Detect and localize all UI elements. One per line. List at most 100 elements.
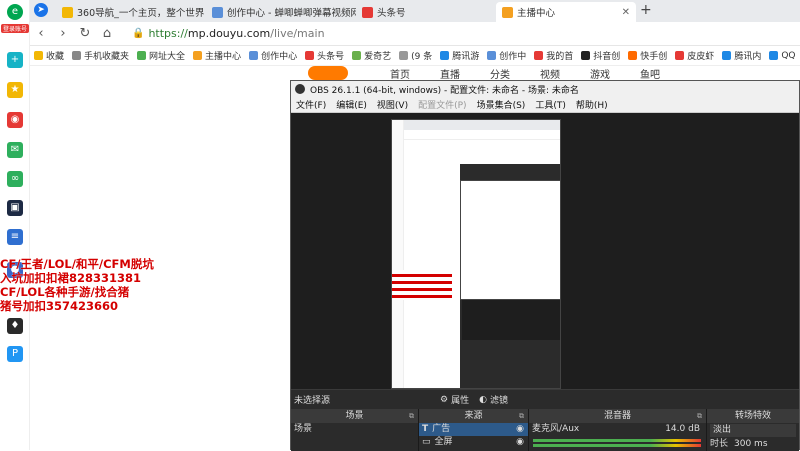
nav-item[interactable]: 游戏	[590, 66, 610, 81]
nav-item[interactable]: 首页	[390, 66, 410, 81]
bookmark-label: 快手创	[640, 52, 668, 62]
bookmark-label: 创作中	[499, 52, 527, 62]
bookmark-item[interactable]: 收藏	[34, 49, 64, 62]
eye-icon[interactable]: ◉	[516, 436, 524, 449]
nav-item[interactable]: 直播	[440, 66, 460, 81]
bookmark-item[interactable]: (9 条	[399, 49, 432, 62]
mail-icon[interactable]: ✉	[7, 142, 23, 158]
source-item[interactable]: ▭ 全屏 ◉	[419, 436, 528, 449]
display-source-icon: ▭	[422, 437, 431, 447]
dock-pin-icon[interactable]: ⧉	[409, 409, 414, 423]
bookmark-label: QQ	[781, 50, 796, 61]
bookmark-item[interactable]: 快手创	[628, 49, 667, 62]
audio-meter	[533, 444, 701, 447]
bookmark-item[interactable]: 手机收藏夹	[72, 49, 129, 62]
bookmark-item[interactable]: 创作中心	[249, 49, 297, 62]
tab-favicon-icon	[62, 6, 73, 18]
menu-tools[interactable]: 工具(T)	[530, 98, 571, 111]
properties-button[interactable]: 属性	[451, 393, 469, 406]
source-item[interactable]: T 广告 ◉	[419, 423, 528, 436]
nav-item[interactable]: 视频	[540, 66, 560, 81]
scene-item[interactable]: 场景	[291, 423, 418, 436]
filters-button[interactable]: 滤镜	[490, 393, 508, 406]
eye-icon[interactable]: ◉	[516, 423, 524, 436]
bookmark-label: (9 条	[411, 52, 433, 62]
reload-icon[interactable]: ↻	[74, 26, 96, 41]
bookmark-item[interactable]: 腾讯游	[440, 49, 479, 62]
game-store-icon[interactable]: ♦	[7, 318, 23, 334]
filter-icon[interactable]: ◐	[479, 395, 487, 405]
audio-meter	[533, 439, 701, 442]
menu-view[interactable]: 视图(V)	[372, 98, 413, 111]
tab-bilibili[interactable]: 创作中心 - 蝉唧蝉唧弹幕视频网	[206, 2, 356, 22]
bookmark-item[interactable]: 创作中	[487, 49, 526, 62]
nav-item[interactable]: 鱼吧	[640, 66, 660, 81]
bookmark-icon	[487, 51, 497, 60]
game-icon[interactable]: ▣	[7, 200, 23, 216]
bookmark-label: 手机收藏夹	[84, 52, 130, 62]
bookmark-label: 收藏	[46, 52, 65, 62]
apps-icon[interactable]: +	[7, 52, 23, 68]
forward-icon[interactable]: ›	[52, 26, 74, 41]
back-arrow-icon[interactable]: ➤	[34, 3, 48, 17]
bookmark-item[interactable]: 网址大全	[137, 49, 185, 62]
gear-icon[interactable]: ⚙	[440, 395, 448, 405]
bookmark-icon	[352, 51, 362, 60]
preview-capture	[391, 119, 561, 389]
mini-sidebar	[392, 120, 404, 388]
tab-favicon-icon	[212, 6, 223, 18]
bookmark-icon	[440, 51, 450, 60]
menu-file[interactable]: 文件(F)	[291, 98, 331, 111]
obs-window: OBS 26.1.1 (64-bit, windows) - 配置文件: 未命名…	[290, 80, 800, 451]
tab-360[interactable]: 360导航_一个主页，整个世界	[56, 2, 206, 22]
menu-help[interactable]: 帮助(H)	[571, 98, 613, 111]
bookmark-label: 抖音创	[593, 52, 621, 62]
dock-header: 混音器 ⧉	[529, 409, 706, 423]
menu-edit[interactable]: 编辑(E)	[331, 98, 372, 111]
douyu-logo-icon	[308, 66, 348, 80]
bookmark-icon	[249, 51, 259, 60]
bookmark-item[interactable]: 腾讯内	[722, 49, 761, 62]
obs-titlebar[interactable]: OBS 26.1.1 (64-bit, windows) - 配置文件: 未命名…	[291, 81, 799, 97]
bookmark-item[interactable]: 皮皮虾	[675, 49, 714, 62]
dock-pin-icon[interactable]: ⧉	[519, 409, 524, 423]
mini-tabbar	[392, 120, 560, 130]
close-icon[interactable]: ✕	[616, 7, 630, 18]
bookmark-item[interactable]: 头条号	[305, 49, 344, 62]
home-icon[interactable]: ⌂	[96, 26, 118, 41]
back-icon[interactable]: ‹	[30, 26, 52, 41]
bookmark-item[interactable]: QQ	[769, 50, 796, 61]
new-tab-icon[interactable]: +	[640, 2, 652, 18]
bookmark-item[interactable]: 爱奇艺	[352, 49, 391, 62]
bookmarks-bar: 收藏 手机收藏夹 网址大全 主播中心 创作中心 头条号 爱奇艺 (9 条 腾讯游…	[30, 46, 800, 66]
obs-logo-icon	[295, 84, 305, 94]
mini-overlay-text	[392, 270, 452, 300]
player-icon[interactable]: P	[7, 346, 23, 362]
login-label[interactable]: 登录账号	[1, 24, 29, 33]
obs-preview[interactable]	[291, 113, 799, 389]
favorites-icon[interactable]: ★	[7, 82, 23, 98]
nav-item[interactable]: 分类	[490, 66, 510, 81]
dock-pin-icon[interactable]: ⧉	[697, 409, 702, 423]
weibo-icon[interactable]: ◉	[7, 112, 23, 128]
mini-obs-dark	[462, 300, 560, 340]
menu-scene-collection[interactable]: 场景集合(S)	[472, 98, 531, 111]
browser-logo-icon[interactable]: e	[7, 4, 23, 20]
bookmark-label: 头条号	[317, 52, 345, 62]
doc-icon[interactable]: ≡	[7, 229, 23, 245]
url-input[interactable]: 🔒 https:// mp.douyu.com /live/main	[132, 25, 732, 43]
tab-douyu-active[interactable]: 主播中心 ✕	[496, 2, 636, 22]
obs-docks: 场景 ⧉ 场景 来源 ⧉ T 广告 ◉ ▭ 全屏 ◉ 混音器 ⧉ 麦克风/Aux 14…	[291, 409, 799, 451]
mixer-dock: 混音器 ⧉ 麦克风/Aux 14.0 dB	[529, 409, 707, 451]
menu-profile[interactable]: 配置文件(P)	[413, 98, 471, 111]
tab-toutiao[interactable]: 头条号	[356, 2, 496, 22]
bookmark-item[interactable]: 抖音创	[581, 49, 620, 62]
transition-duration[interactable]: 时长 300 ms	[707, 438, 799, 451]
cloud-icon[interactable]: ∞	[7, 171, 23, 187]
bookmark-label: 创作中心	[261, 52, 298, 62]
dock-header: 来源 ⧉	[419, 409, 528, 423]
bookmark-item[interactable]: 主播中心	[193, 49, 241, 62]
bookmark-item[interactable]: 我的首	[534, 49, 573, 62]
transition-select[interactable]: 淡出	[710, 424, 796, 437]
bookmark-label: 我的首	[546, 52, 574, 62]
